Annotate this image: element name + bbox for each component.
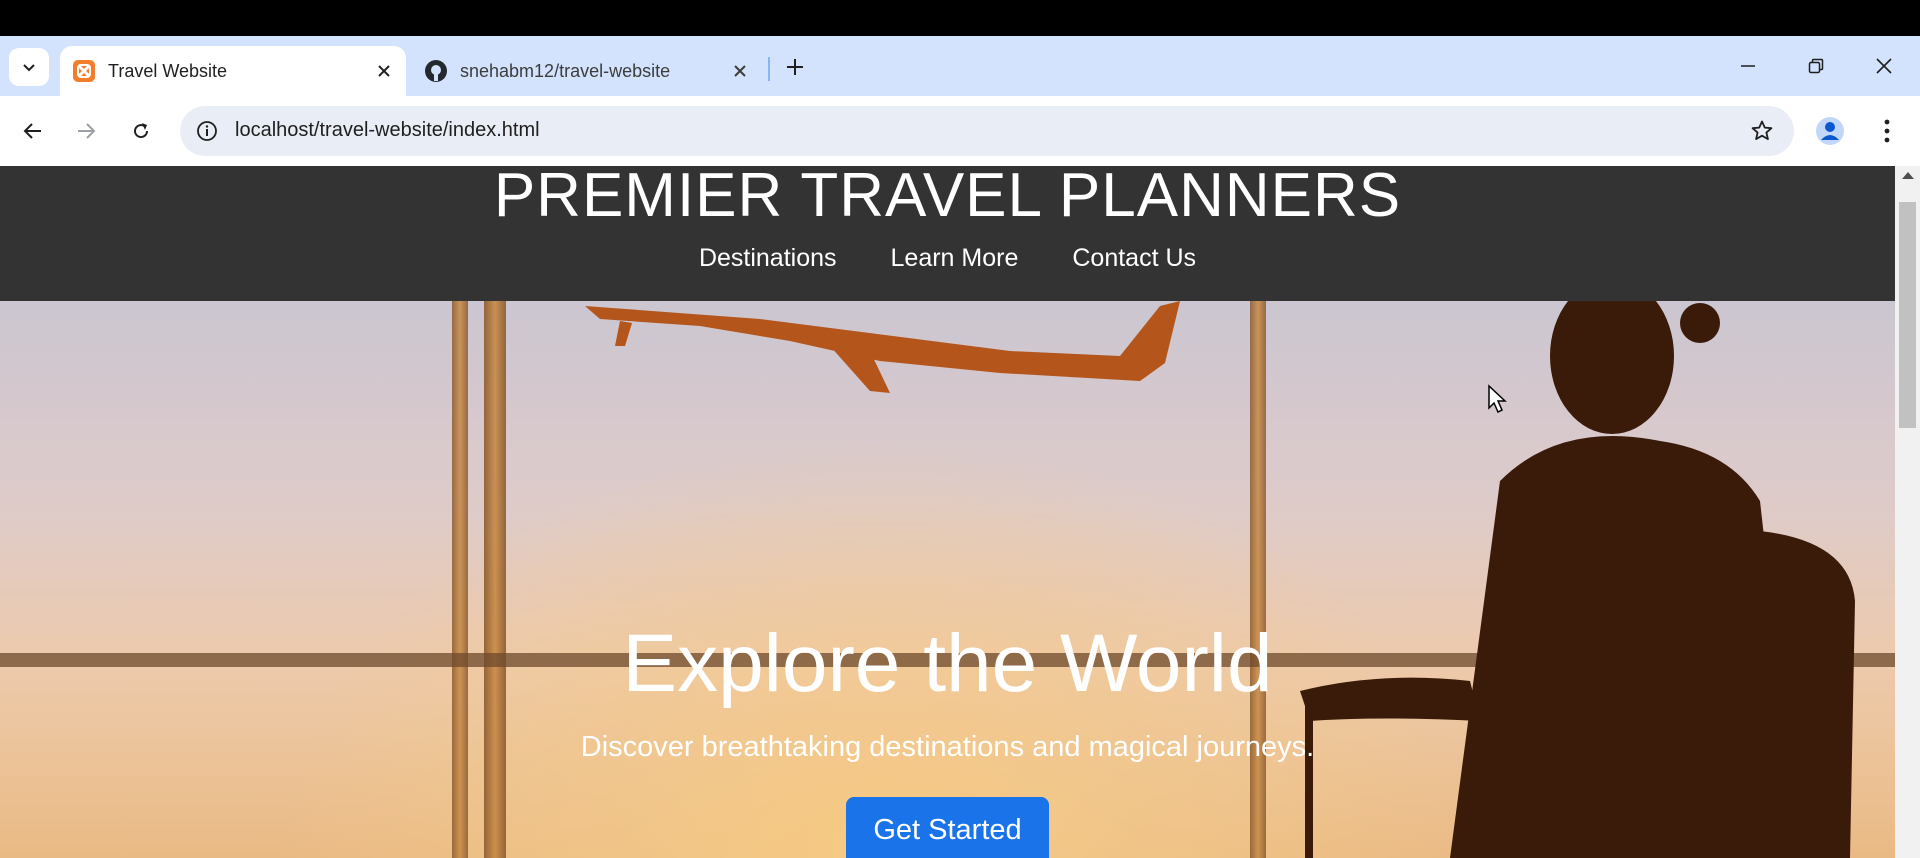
profile-avatar-icon[interactable] <box>1813 114 1847 148</box>
browser-toolbar: localhost/travel-website/index.html <box>0 96 1920 166</box>
get-started-button[interactable]: Get Started <box>846 797 1049 858</box>
back-button[interactable] <box>13 111 53 151</box>
nav-link-destinations[interactable]: Destinations <box>699 244 837 273</box>
close-window-button[interactable] <box>1850 36 1918 96</box>
forward-button[interactable] <box>66 111 106 151</box>
reload-icon <box>134 123 149 139</box>
hero-section: Explore the World Discover breathtaking … <box>0 301 1895 858</box>
plus-icon <box>787 59 803 75</box>
new-tab-button[interactable] <box>778 50 812 84</box>
hero-subtitle: Discover breathtaking destinations and m… <box>580 731 1315 763</box>
screen-top-bar <box>0 0 1920 36</box>
page-viewport: PREMIER TRAVEL PLANNERS Destinations Lea… <box>0 166 1895 858</box>
url-text: localhost/travel-website/index.html <box>235 119 540 141</box>
bookmark-star-icon[interactable] <box>1748 117 1776 145</box>
arrow-right-icon <box>78 123 96 139</box>
tab-separator <box>768 57 770 81</box>
close-icon <box>1876 58 1892 74</box>
tab-search-button[interactable] <box>9 48 49 86</box>
scrollbar-thumb[interactable] <box>1899 202 1916 428</box>
minimize-button[interactable] <box>1714 36 1782 96</box>
tab-github[interactable]: snehabm12/travel-website <box>412 46 762 96</box>
minimize-icon <box>1741 65 1755 67</box>
scroll-up-arrow-icon[interactable] <box>1902 172 1914 179</box>
chevron-down-icon <box>23 64 35 72</box>
reload-button[interactable] <box>121 111 161 151</box>
arrow-left-icon <box>23 123 41 139</box>
restore-icon <box>1808 58 1824 74</box>
tab-title: snehabm12/travel-website <box>460 60 671 81</box>
mouse-cursor-icon <box>1488 384 1507 414</box>
nav-link-learn-more[interactable]: Learn More <box>891 244 1019 273</box>
address-bar[interactable]: localhost/travel-website/index.html <box>180 106 1794 156</box>
nav-link-contact-us[interactable]: Contact Us <box>1072 244 1196 273</box>
tab-travel-website[interactable]: Travel Website <box>60 46 406 96</box>
site-header: PREMIER TRAVEL PLANNERS Destinations Lea… <box>0 166 1895 301</box>
hero-background-image <box>0 301 1895 858</box>
close-tab-icon[interactable] <box>726 57 754 85</box>
page-scrollbar[interactable] <box>1895 166 1920 858</box>
restore-button[interactable] <box>1782 36 1850 96</box>
tab-title: Travel Website <box>108 60 228 81</box>
close-tab-icon[interactable] <box>370 57 398 85</box>
hero-title: Explore the World <box>622 618 1273 709</box>
site-info-icon[interactable] <box>194 118 220 144</box>
github-icon <box>424 59 448 83</box>
more-menu-icon[interactable] <box>1872 114 1902 148</box>
xampp-icon <box>72 59 96 83</box>
tab-strip: Travel Website snehabm12/travel-website <box>0 36 1920 96</box>
site-nav: Destinations Learn More Contact Us <box>0 244 1895 273</box>
site-title: PREMIER TRAVEL PLANNERS <box>493 166 1402 230</box>
